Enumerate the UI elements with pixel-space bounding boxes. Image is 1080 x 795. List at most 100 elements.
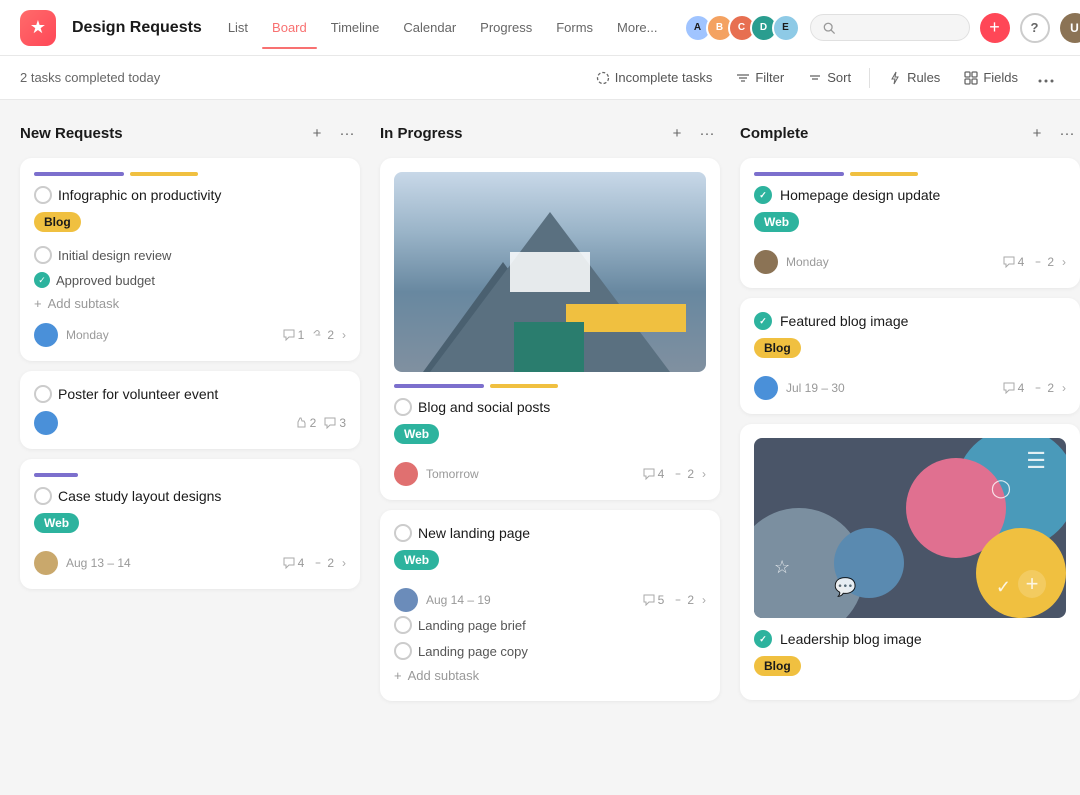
column-menu-complete[interactable]: ···: [1054, 120, 1080, 146]
fields-label: Fields: [983, 70, 1018, 85]
dc-yellow: [976, 528, 1066, 618]
bar-purple: [34, 172, 124, 176]
add-card-new-requests[interactable]: +: [304, 120, 330, 146]
card-blog-social: Blog and social posts Web Tomorrow 4 2 ›: [380, 158, 720, 500]
task-check-case[interactable]: [34, 487, 52, 505]
card-meta-infographic: 1 2 ›: [283, 328, 346, 342]
card-date-blog: Tomorrow: [426, 467, 635, 481]
help-button[interactable]: ?: [1020, 13, 1050, 43]
more-options-button[interactable]: [1032, 65, 1060, 91]
subtask-check-design[interactable]: [34, 246, 52, 264]
card-avatar-blog: [394, 462, 418, 486]
tag-web-blog[interactable]: Web: [394, 424, 439, 444]
add-button[interactable]: +: [980, 13, 1010, 43]
column-header-complete: Complete + ···: [740, 120, 1080, 146]
tab-forms[interactable]: Forms: [546, 14, 603, 41]
links-infographic: 2: [312, 328, 334, 342]
tag-web-case[interactable]: Web: [34, 513, 79, 533]
column-header-in-progress: In Progress + ···: [380, 120, 720, 146]
design-icon-chat: 💬: [834, 577, 856, 598]
card-title-poster: Poster for volunteer event: [34, 385, 346, 403]
bar-purple-homepage: [754, 172, 844, 176]
card-meta-homepage: 4 2 ›: [1003, 255, 1066, 269]
link-icon: [672, 594, 684, 606]
column-header-new-requests: New Requests + ···: [20, 120, 360, 146]
task-check-blog[interactable]: [394, 398, 412, 416]
filter-button[interactable]: Filter: [726, 65, 794, 90]
comments-homepage: 4: [1003, 255, 1025, 269]
tab-timeline[interactable]: Timeline: [321, 14, 390, 41]
arrow-infographic[interactable]: ›: [342, 328, 346, 342]
card-title-landing: New landing page: [394, 524, 706, 542]
tab-more[interactable]: More...: [607, 14, 667, 41]
arrow-homepage[interactable]: ›: [1062, 255, 1066, 269]
card-title-case: Case study layout designs: [34, 487, 346, 505]
column-menu-new-requests[interactable]: ···: [334, 120, 360, 146]
design-icon-star: ☆: [774, 557, 790, 578]
card-footer-featured: Jul 19 – 30 4 2 ›: [754, 376, 1066, 400]
subtask-copy: Landing page copy: [394, 638, 706, 664]
card-date-case: Aug 13 – 14: [66, 556, 275, 570]
design-icon-check: ✓: [996, 577, 1011, 598]
rect-teal: [514, 322, 584, 372]
task-check-leadership[interactable]: [754, 630, 772, 648]
card-bars-homepage: [754, 172, 1066, 176]
add-subtask-landing[interactable]: + Add subtask: [394, 664, 706, 687]
add-card-in-progress[interactable]: +: [664, 120, 690, 146]
mountain-bg: [394, 172, 706, 372]
sort-button[interactable]: Sort: [798, 65, 861, 90]
tag-blog-featured[interactable]: Blog: [754, 338, 801, 358]
add-subtask-infographic[interactable]: + Add subtask: [34, 292, 346, 315]
thumbs-icon: [295, 417, 307, 429]
tab-list[interactable]: List: [218, 14, 258, 41]
card-meta-poster: 2 3: [295, 416, 346, 430]
header-right: A B C D E + ? U: [684, 13, 1080, 43]
comment-icon: [283, 557, 295, 569]
task-check-infographic[interactable]: [34, 186, 52, 204]
search-icon: [823, 21, 835, 35]
task-check-landing[interactable]: [394, 524, 412, 542]
link-icon: [312, 557, 324, 569]
app-icon: ★: [20, 10, 56, 46]
arrow-case[interactable]: ›: [342, 556, 346, 570]
task-check-homepage[interactable]: [754, 186, 772, 204]
column-actions-in-progress: + ···: [664, 120, 720, 146]
subtask-check-copy[interactable]: [394, 642, 412, 660]
comments-featured: 4: [1003, 381, 1025, 395]
tag-blog-infographic[interactable]: Blog: [34, 212, 81, 232]
tag-web-homepage[interactable]: Web: [754, 212, 799, 232]
links-featured: 2: [1032, 381, 1054, 395]
column-new-requests: New Requests + ··· Infographic on produc…: [20, 120, 360, 599]
task-check-featured[interactable]: [754, 312, 772, 330]
subtask-check-brief[interactable]: [394, 616, 412, 634]
tab-calendar[interactable]: Calendar: [393, 14, 466, 41]
rules-label: Rules: [907, 70, 940, 85]
subtask-check-budget[interactable]: [34, 272, 50, 288]
tab-board[interactable]: Board: [262, 14, 317, 41]
column-actions-new-requests: + ···: [304, 120, 360, 146]
search-bar[interactable]: [810, 14, 970, 41]
filter-icon: [736, 71, 750, 85]
incomplete-tasks-label: Incomplete tasks: [615, 70, 713, 85]
arrow-blog[interactable]: ›: [702, 467, 706, 481]
card-date-landing: Aug 14 – 19: [426, 593, 635, 607]
card-bars-blog: [394, 384, 706, 388]
tag-web-landing[interactable]: Web: [394, 550, 439, 570]
add-card-complete[interactable]: +: [1024, 120, 1050, 146]
arrow-featured[interactable]: ›: [1062, 381, 1066, 395]
task-check-poster[interactable]: [34, 385, 52, 403]
rules-button[interactable]: Rules: [878, 65, 950, 90]
tab-progress[interactable]: Progress: [470, 14, 542, 41]
arrow-landing[interactable]: ›: [702, 593, 706, 607]
card-bars-case: [34, 473, 346, 477]
card-title-blog: Blog and social posts: [394, 398, 706, 416]
column-menu-in-progress[interactable]: ···: [694, 120, 720, 146]
search-input[interactable]: [841, 20, 957, 35]
user-avatar[interactable]: U: [1060, 13, 1080, 43]
links-homepage: 2: [1032, 255, 1054, 269]
card-avatar-infographic: [34, 323, 58, 347]
fields-button[interactable]: Fields: [954, 65, 1028, 90]
card-meta-landing: 5 2 ›: [643, 593, 706, 607]
tag-blog-leadership[interactable]: Blog: [754, 656, 801, 676]
incomplete-tasks-button[interactable]: Incomplete tasks: [586, 65, 723, 90]
